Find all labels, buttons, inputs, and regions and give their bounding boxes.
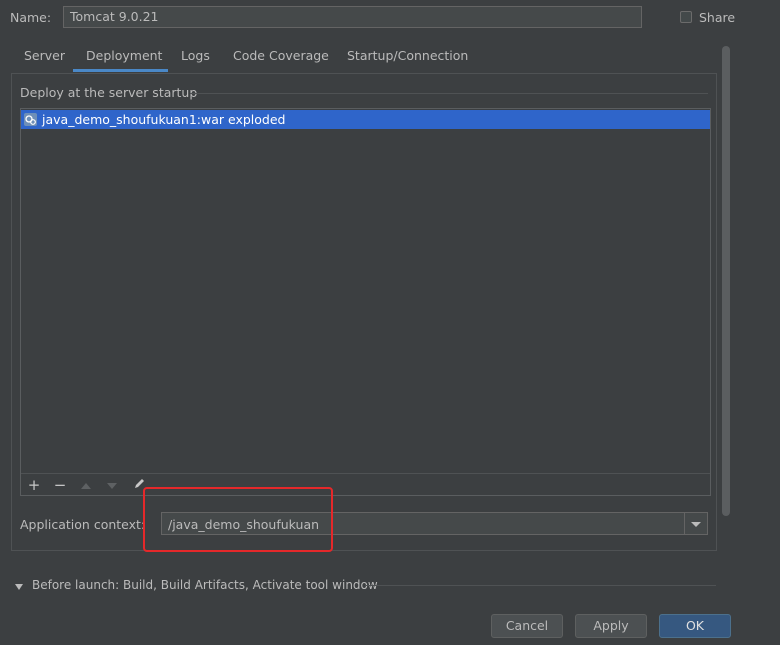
app-context-label: Application context: <box>20 517 146 532</box>
cancel-button[interactable]: Cancel <box>491 614 563 638</box>
tab-startup-connection[interactable]: Startup/Connection <box>347 48 468 63</box>
before-launch-label[interactable]: Before launch: Build, Build Artifacts, A… <box>32 578 378 592</box>
collapse-triangle-icon[interactable] <box>14 580 24 590</box>
name-label: Name: <box>10 10 52 25</box>
toolbar-divider <box>21 473 710 474</box>
artifact-icon <box>22 111 39 128</box>
move-down-icon[interactable] <box>103 476 121 494</box>
apply-button[interactable]: Apply <box>575 614 647 638</box>
deploy-section-title: Deploy at the server startup <box>20 85 198 100</box>
chevron-down-icon[interactable] <box>688 517 704 531</box>
list-item-label: java_demo_shoufukuan1:war exploded <box>42 112 286 127</box>
move-up-icon[interactable] <box>77 476 95 494</box>
remove-icon[interactable]: − <box>51 476 69 494</box>
annotation-highlight-box <box>143 487 333 552</box>
before-launch-divider <box>365 585 716 586</box>
name-field[interactable]: Tomcat 9.0.21 <box>63 6 642 28</box>
share-label[interactable]: Share <box>699 10 735 25</box>
active-tab-indicator <box>73 69 168 72</box>
tab-logs[interactable]: Logs <box>181 48 210 63</box>
tab-deployment[interactable]: Deployment <box>86 48 162 63</box>
share-checkbox[interactable] <box>680 11 692 23</box>
tab-code-coverage[interactable]: Code Coverage <box>233 48 329 63</box>
deploy-list[interactable] <box>20 108 711 496</box>
combo-divider <box>684 513 685 534</box>
add-icon[interactable]: + <box>25 476 43 494</box>
tab-server[interactable]: Server <box>24 48 65 63</box>
section-divider <box>190 93 708 94</box>
scrollbar-thumb[interactable] <box>722 46 730 516</box>
ok-button[interactable]: OK <box>659 614 731 638</box>
